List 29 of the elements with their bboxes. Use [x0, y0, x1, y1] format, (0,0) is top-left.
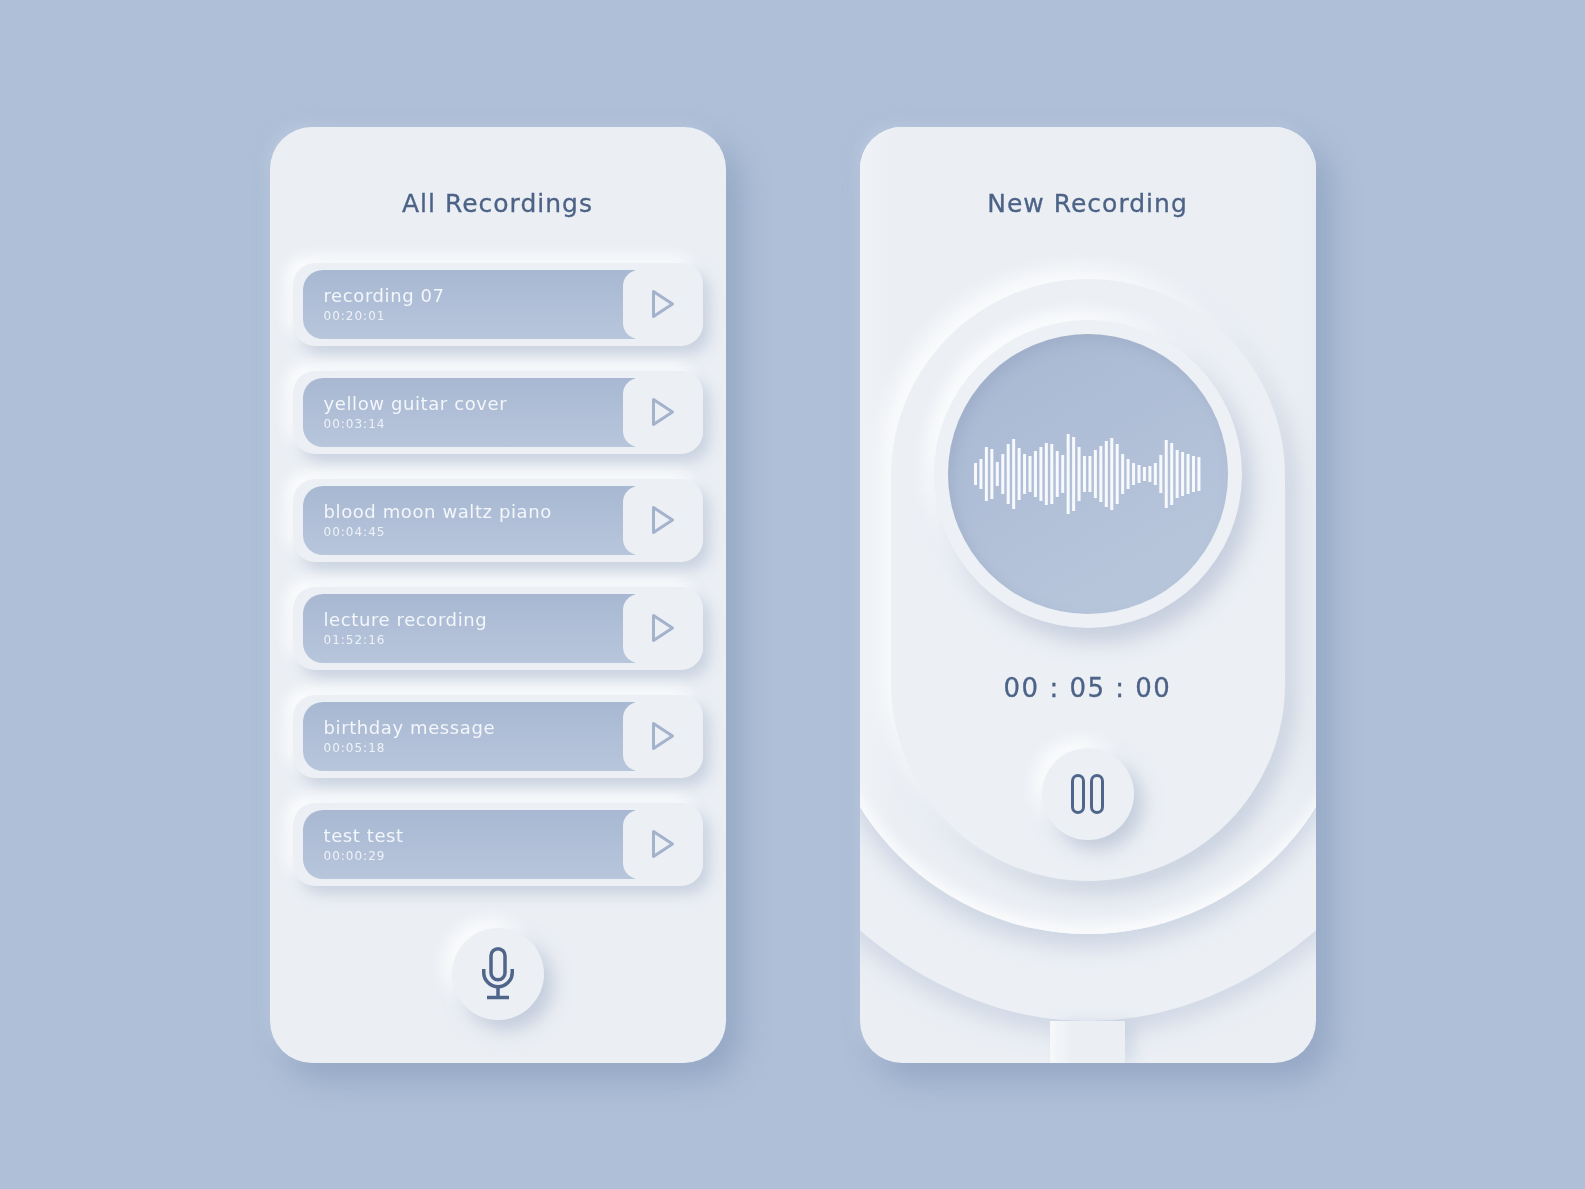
pause-icon — [1071, 773, 1104, 814]
recording-item[interactable]: yellow guitar cover 00:03:14 — [292, 370, 703, 454]
recording-name: lecture recording — [323, 608, 488, 631]
play-icon — [650, 721, 675, 751]
play-icon — [650, 289, 675, 319]
play-icon — [650, 829, 675, 859]
recording-duration: 00:05:18 — [323, 739, 386, 756]
play-icon — [650, 613, 675, 643]
card-title: New Recording — [987, 188, 1188, 219]
recording-item[interactable]: recording 07 00:20:01 — [292, 262, 703, 346]
recording-name: birthday message — [323, 716, 496, 739]
recording-duration: 00:20:01 — [323, 307, 386, 324]
recording-duration: 00:04:45 — [323, 523, 386, 540]
recording-duration: 00:00:29 — [323, 847, 386, 864]
microphone-icon — [479, 947, 516, 1000]
recording-duration: 01:52:16 — [323, 631, 386, 648]
recording-item[interactable]: birthday message 00:05:18 — [292, 694, 703, 778]
recording-duration: 00:03:14 — [323, 415, 386, 432]
play-icon — [650, 397, 675, 427]
recording-item[interactable]: lecture recording 01:52:16 — [292, 586, 703, 670]
recording-timer: 00 : 05 : 00 — [1003, 671, 1172, 705]
card-title: All Recordings — [402, 188, 593, 219]
recording-name: yellow guitar cover — [323, 392, 508, 415]
recording-item[interactable]: blood moon waltz piano 00:04:45 — [292, 478, 703, 562]
recording-item[interactable]: test test 00:00:29 — [292, 802, 703, 886]
recording-name: recording 07 — [323, 284, 445, 307]
play-icon — [650, 505, 675, 535]
recording-name: test test — [323, 824, 404, 847]
recording-name: blood moon waltz piano — [323, 500, 552, 523]
